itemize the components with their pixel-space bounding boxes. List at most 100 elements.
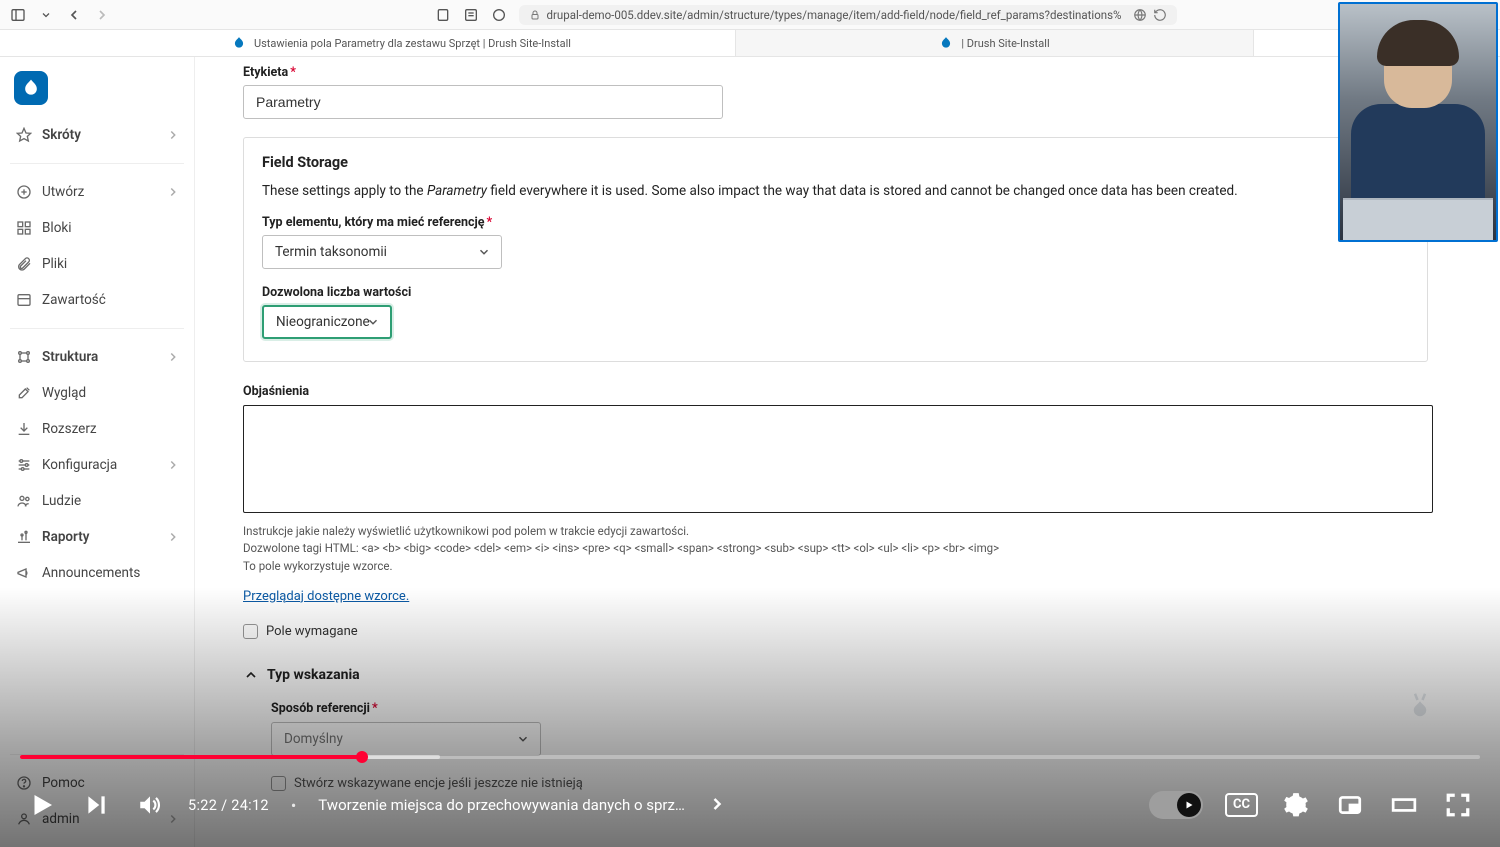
chevron-down-icon[interactable]: [38, 7, 54, 23]
sidebar-item-label: Struktura: [42, 349, 98, 365]
ref-type-select[interactable]: Termin taksonomii: [262, 235, 502, 269]
sidebar-item-label: Bloki: [42, 220, 72, 236]
etykieta-label: Etykieta*: [243, 65, 1480, 80]
sidebar-item-label: Konfiguracja: [42, 457, 117, 473]
ref-method-accordion[interactable]: Typ wskazania: [243, 667, 1480, 683]
translate-icon[interactable]: [1133, 8, 1147, 22]
help-text-textarea[interactable]: [243, 405, 1433, 513]
settings-icon: [16, 457, 32, 473]
lock-icon: [529, 9, 541, 21]
browser-tab-title: | Drush Site-Install: [961, 37, 1049, 50]
browser-chrome: drupal-demo-005.ddev.site/admin/structur…: [0, 0, 1500, 30]
main-content: Etykieta* Field Storage These settings a…: [195, 57, 1500, 847]
field-storage-title: Field Storage: [262, 154, 1409, 171]
sidebar-item-label: Utwórz: [42, 184, 84, 200]
address-bar[interactable]: drupal-demo-005.ddev.site/admin/structur…: [519, 5, 1178, 25]
layout-icon: [16, 292, 32, 308]
drupal-favicon-icon: [939, 36, 953, 50]
field-storage-description: These settings apply to the Parametry fi…: [262, 183, 1409, 199]
allowed-values-value: Nieograniczone: [276, 314, 370, 330]
next-button[interactable]: [80, 789, 112, 821]
chapter-title[interactable]: Tworzenie miejsca do przechowywania dany…: [318, 796, 685, 814]
allowed-values-label: Dozwolona liczba wartości: [262, 285, 1409, 300]
sidebar-item-label: Zawartość: [42, 292, 106, 308]
sidebar-item-label: Skróty: [42, 127, 81, 143]
megaphone-icon: [16, 565, 32, 581]
download-icon: [16, 421, 32, 437]
sidebar-item-people[interactable]: Ludzie: [6, 483, 188, 519]
chevron-right-icon: [166, 350, 180, 364]
sidebar-item-blocks[interactable]: Bloki: [6, 210, 188, 246]
chapter-sep: •: [291, 796, 296, 815]
captions-button[interactable]: CC: [1225, 793, 1258, 817]
sidebar-item-appearance[interactable]: Wygląd: [6, 375, 188, 411]
drupal-logo[interactable]: [14, 71, 48, 105]
drupal-favicon-icon: [232, 36, 246, 50]
sidebar-item-create[interactable]: Utwórz: [6, 174, 188, 210]
volume-button[interactable]: [134, 789, 166, 821]
sidebar-item-configuration[interactable]: Konfiguracja: [6, 447, 188, 483]
sidebar-item-shortcuts[interactable]: Skróty: [6, 117, 188, 153]
sidebar-item-reports[interactable]: Raporty: [6, 519, 188, 555]
progress-scrubber[interactable]: [356, 751, 368, 763]
sidebar-item-extend[interactable]: Rozszerz: [6, 411, 188, 447]
chevron-down-icon: [477, 245, 491, 259]
url-text: drupal-demo-005.ddev.site/admin/structur…: [547, 8, 1122, 22]
sidebar-item-label: Pliki: [42, 256, 67, 272]
browse-patterns-link[interactable]: Przeglądaj dostępne wzorce.: [243, 589, 409, 604]
star-icon: [16, 127, 32, 143]
sidebar-item-announcements[interactable]: Announcements: [6, 555, 188, 591]
extensions-icon[interactable]: [491, 7, 507, 23]
sidebar-item-structure[interactable]: Struktura: [6, 339, 188, 375]
sidebar-item-label: Wygląd: [42, 385, 86, 401]
chevron-right-icon: [166, 458, 180, 472]
users-icon: [16, 493, 32, 509]
ref-type-label: Typ elementu, który ma mieć referencję*: [262, 215, 1409, 230]
chart-icon: [16, 529, 32, 545]
ref-method-label: Sposób referencji*: [271, 701, 1480, 716]
admin-sidebar: Skróty Utwórz Bloki Pliki Zawartość Stru…: [0, 57, 195, 847]
chevron-right-icon: [166, 185, 180, 199]
reader-icon[interactable]: [463, 7, 479, 23]
help-text-description: Instrukcje jakie należy wyświetlić użytk…: [243, 523, 1480, 575]
chevron-right-icon: [166, 128, 180, 142]
video-player-controls: 5:22 / 24:12 • Tworzenie miejsca do prze…: [0, 737, 1500, 847]
field-storage-panel: Field Storage These settings apply to th…: [243, 137, 1428, 362]
reload-icon[interactable]: [1153, 8, 1167, 22]
required-label: Pole wymagane: [266, 624, 358, 639]
chapter-chevron-icon[interactable]: [707, 794, 729, 816]
autoplay-knob: [1177, 793, 1201, 817]
browser-tab-active[interactable]: Ustawienia pola Parametry dla zestawu Sp…: [218, 30, 736, 56]
ref-type-value: Termin taksonomii: [275, 244, 387, 260]
required-checkbox[interactable]: [243, 624, 258, 639]
channel-watermark[interactable]: [1398, 679, 1442, 731]
sidebar-item-content[interactable]: Zawartość: [6, 282, 188, 318]
miniplayer-button[interactable]: [1334, 789, 1366, 821]
theater-button[interactable]: [1388, 789, 1420, 821]
fullscreen-button[interactable]: [1442, 789, 1474, 821]
sidebar-item-label: Announcements: [42, 565, 140, 581]
autoplay-toggle[interactable]: [1149, 791, 1203, 819]
shield-icon[interactable]: [435, 7, 451, 23]
play-button[interactable]: [26, 789, 58, 821]
browser-tab-title: Ustawienia pola Parametry dla zestawu Sp…: [254, 37, 571, 50]
chevron-up-icon: [243, 667, 259, 683]
browser-tab-inactive[interactable]: | Drush Site-Install: [736, 30, 1254, 56]
sidebar-item-label: Ludzie: [42, 493, 81, 509]
sidebar-item-files[interactable]: Pliki: [6, 246, 188, 282]
back-icon[interactable]: [66, 7, 82, 23]
sliders-icon: [16, 349, 32, 365]
progress-played: [20, 755, 360, 759]
sidebar-item-label: Raporty: [42, 529, 90, 545]
webcam-overlay: [1338, 2, 1498, 242]
allowed-values-select[interactable]: Nieograniczone: [262, 305, 392, 339]
ref-method-title: Typ wskazania: [267, 667, 360, 683]
progress-bar[interactable]: [20, 755, 1480, 759]
settings-button[interactable]: [1280, 789, 1312, 821]
required-field-row[interactable]: Pole wymagane: [243, 624, 1480, 639]
browser-tabstrip: Ustawienia pola Parametry dla zestawu Sp…: [0, 30, 1500, 57]
forward-icon[interactable]: [94, 7, 110, 23]
paperclip-icon: [16, 256, 32, 272]
sidebar-toggle-icon[interactable]: [10, 7, 26, 23]
etykieta-input[interactable]: [243, 85, 723, 119]
